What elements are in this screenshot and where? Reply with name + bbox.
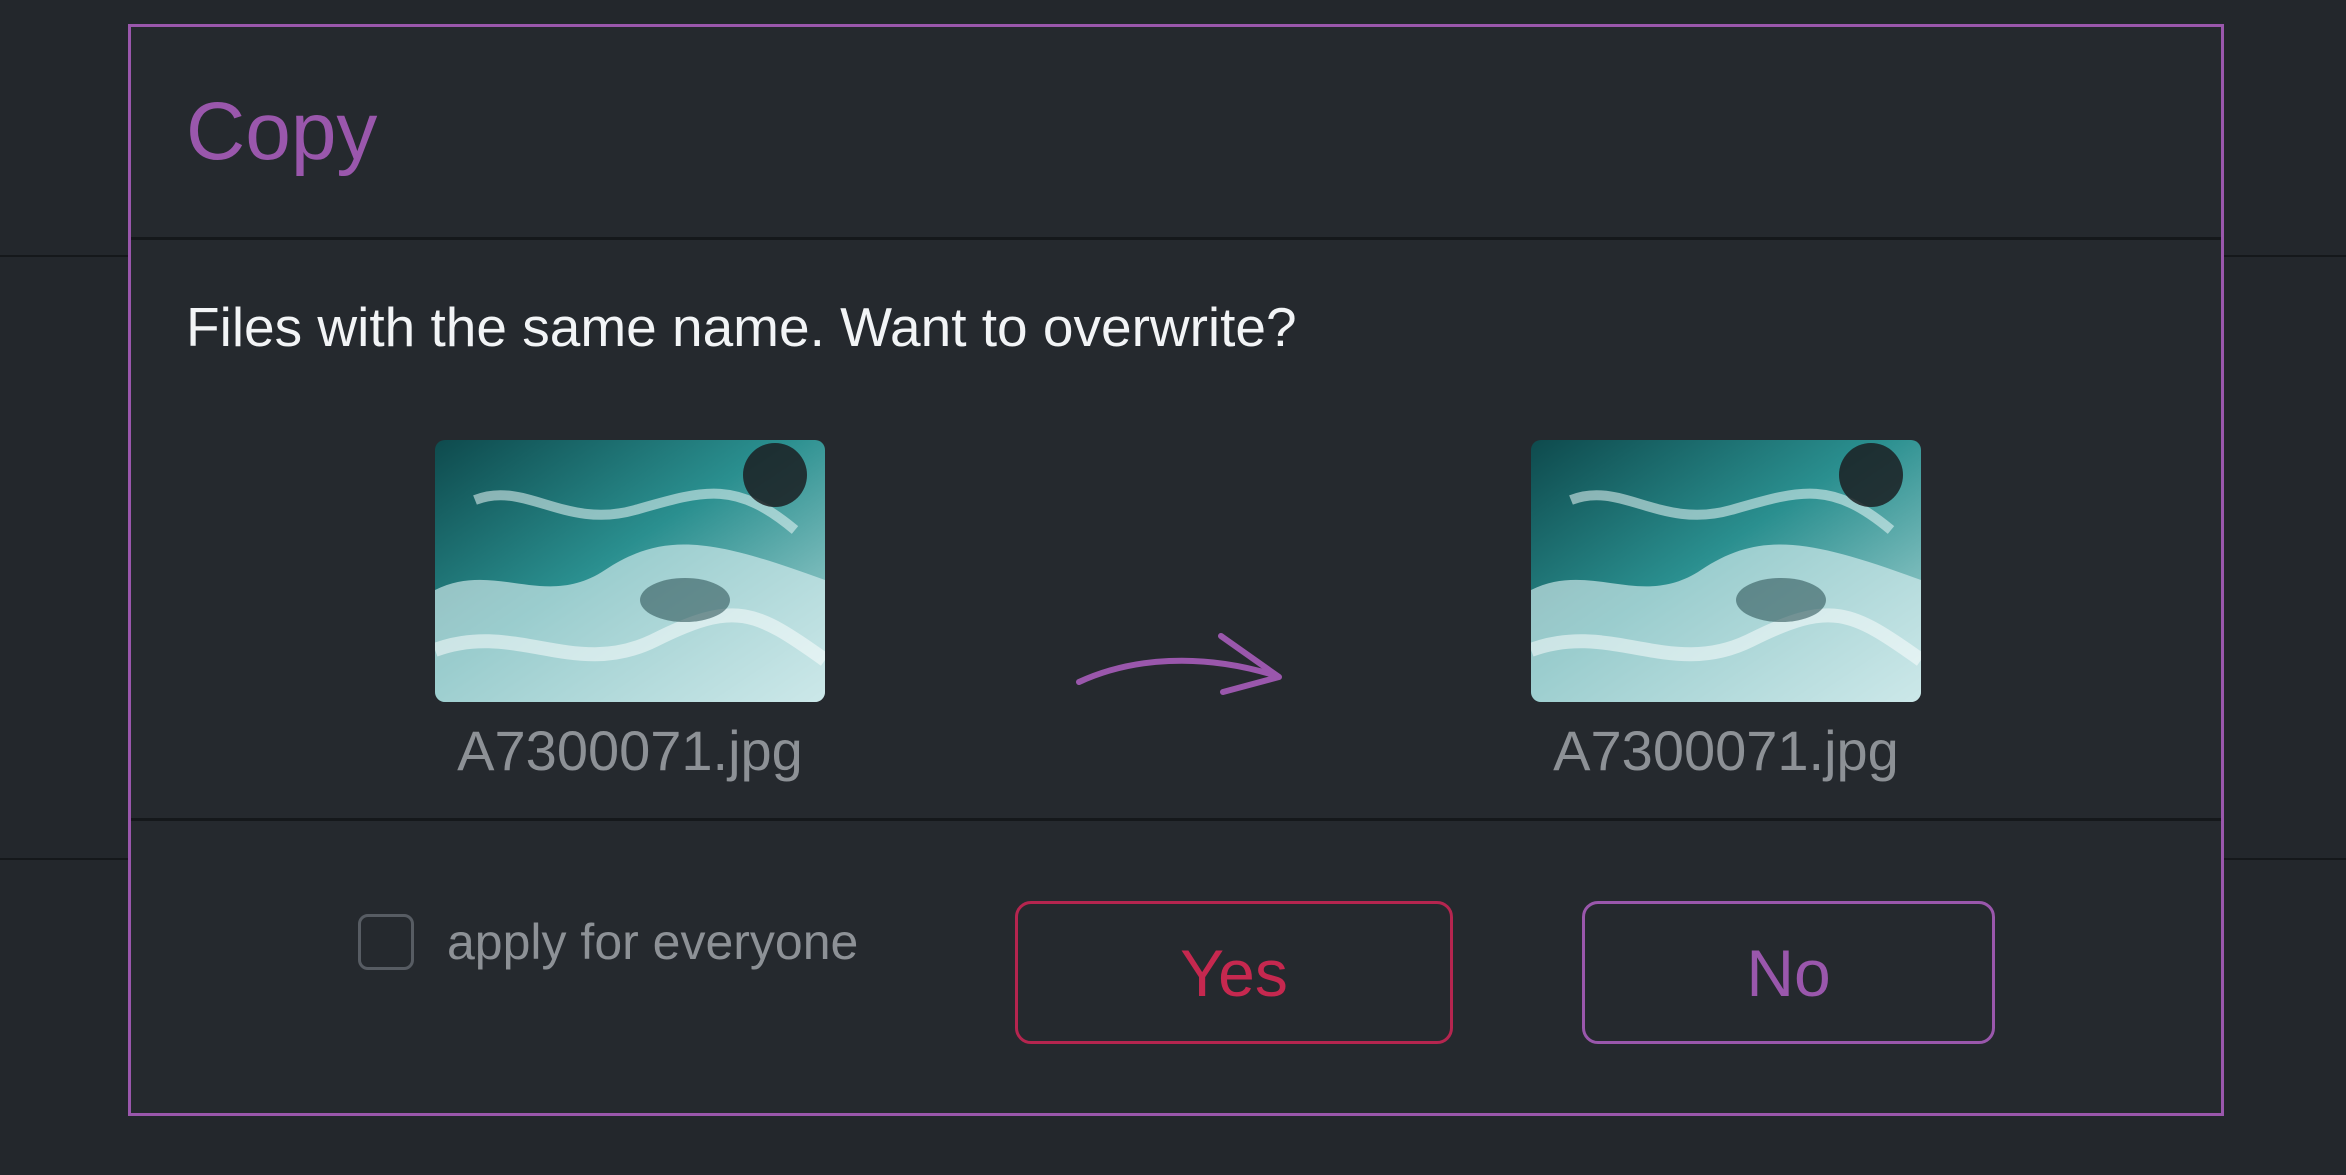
copy-dialog: Copy Files with the same name. Want to o…: [128, 24, 2224, 1116]
dialog-title: Copy: [186, 86, 378, 177]
overwrite-message: Files with the same name. Want to overwr…: [186, 296, 1297, 358]
source-file-name: A7300071.jpg: [457, 719, 803, 782]
dialog-body: Files with the same name. Want to overwr…: [131, 240, 2221, 821]
no-button[interactable]: No: [1582, 901, 1995, 1044]
dialog-header: Copy: [131, 27, 2221, 240]
target-file-thumbnail: [1531, 440, 1921, 702]
apply-for-everyone-option[interactable]: apply for everyone: [358, 913, 858, 971]
target-file-name: A7300071.jpg: [1553, 719, 1899, 782]
apply-for-everyone-label: apply for everyone: [447, 914, 859, 970]
yes-button[interactable]: Yes: [1015, 901, 1453, 1044]
source-file-card: A7300071.jpg: [435, 440, 825, 783]
curved-arrow-right-icon: [1076, 633, 1282, 695]
source-file-thumbnail: [435, 440, 825, 702]
dialog-footer: apply for everyone Yes No: [131, 821, 2221, 1116]
apply-for-everyone-checkbox[interactable]: [358, 914, 414, 970]
target-file-card: A7300071.jpg: [1531, 440, 1921, 783]
